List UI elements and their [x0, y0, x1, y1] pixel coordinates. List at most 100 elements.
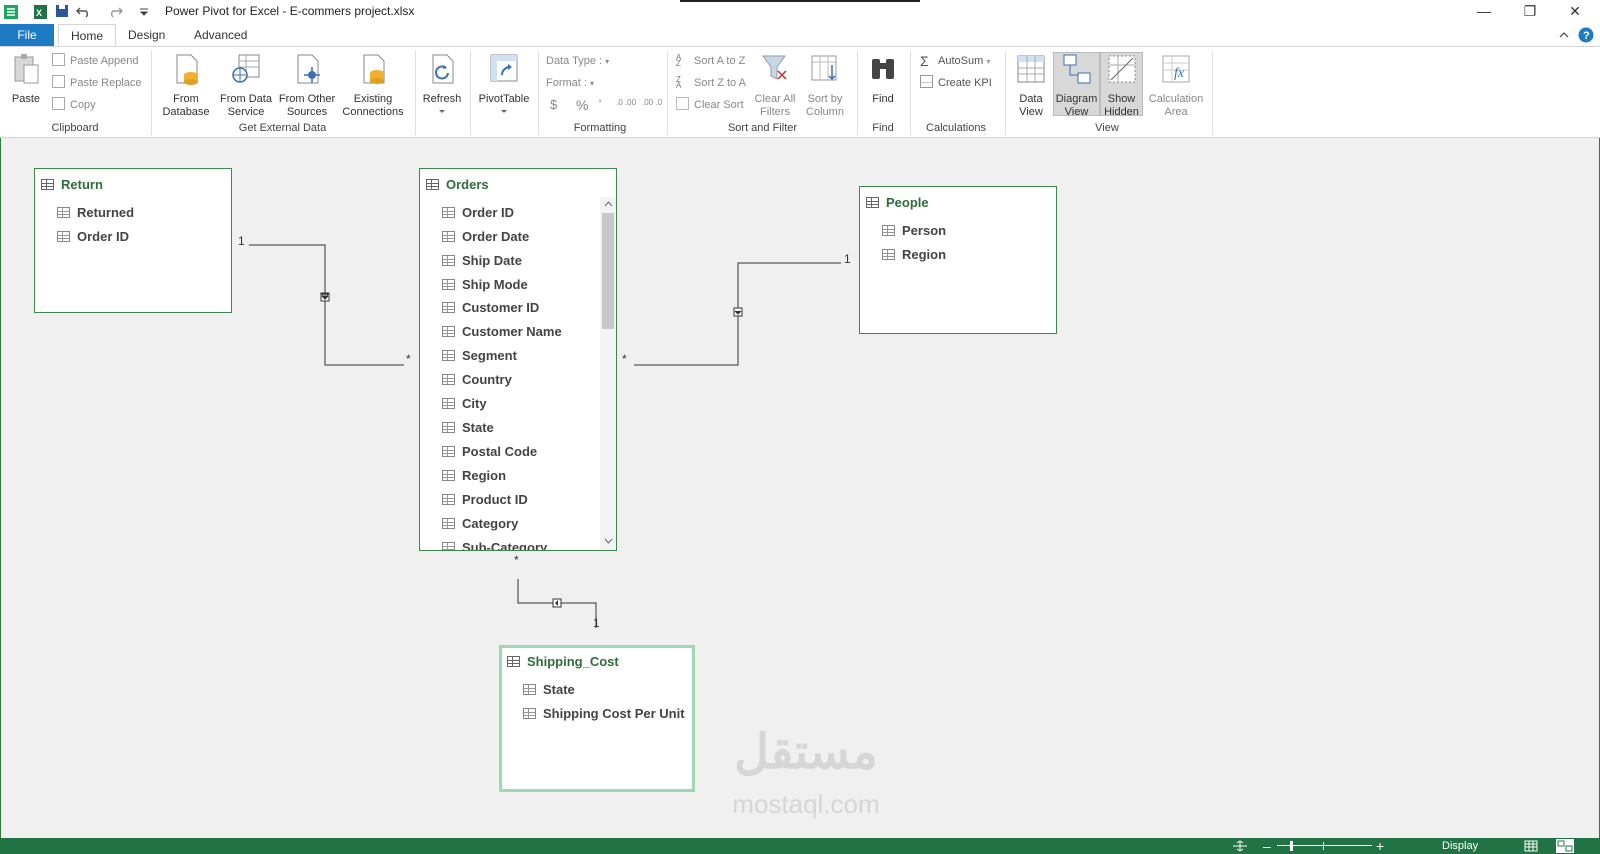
pivottable-dropdown-icon[interactable]: [500, 109, 508, 115]
calc-area-label-1: Calculation: [1148, 93, 1204, 105]
separator: [1212, 51, 1213, 135]
column-item[interactable]: Shipping Cost Per Unit: [523, 706, 685, 722]
table-people-header[interactable]: People: [866, 195, 929, 211]
table-orders-header[interactable]: Orders: [426, 177, 489, 193]
redo-icon[interactable]: [107, 4, 123, 18]
tab-advanced[interactable]: Advanced: [182, 24, 259, 46]
column-item[interactable]: Customer ID: [442, 300, 539, 316]
paste-button[interactable]: Paste: [8, 53, 44, 106]
scroll-down-icon[interactable]: [604, 538, 613, 544]
customize-toolbar-icon[interactable]: [139, 7, 149, 17]
create-kpi-button[interactable]: Create KPI: [920, 75, 992, 91]
column-item[interactable]: Returned: [57, 205, 134, 221]
scrollbar-thumb[interactable]: [602, 213, 614, 329]
column-item[interactable]: Country: [442, 372, 512, 388]
diagram-view-status-icon[interactable]: [1556, 839, 1574, 853]
undo-icon[interactable]: [76, 4, 92, 18]
clear-sort-button[interactable]: Clear Sort: [676, 97, 744, 113]
tab-home[interactable]: Home: [58, 24, 117, 46]
data-view-button[interactable]: Data View: [1010, 53, 1052, 119]
data-type-select[interactable]: Data Type : ▾: [546, 53, 609, 69]
show-hidden-button[interactable]: Show Hidden: [1100, 52, 1143, 118]
calculation-area-icon: fx: [1162, 55, 1190, 83]
calculation-area-button[interactable]: fx Calculation Area: [1145, 53, 1207, 119]
diagram-canvas[interactable]: 1 * * 1 * 1 Return Returned Order ID Ord…: [0, 138, 1600, 838]
column-item[interactable]: State: [442, 420, 494, 436]
column-item[interactable]: Category: [442, 516, 518, 532]
scroll-up-icon[interactable]: [604, 201, 613, 207]
excel-icon[interactable]: X: [34, 4, 48, 20]
sort-az-icon: AZ: [676, 53, 682, 68]
column-item[interactable]: Ship Date: [442, 253, 522, 269]
from-other-sources-button[interactable]: From Other Sources: [276, 53, 338, 119]
column-item[interactable]: Sub-Category: [442, 540, 547, 550]
column-label: Order ID: [77, 229, 130, 244]
clear-all-filters-button[interactable]: Clear All Filters: [752, 53, 798, 119]
increase-decimal-button[interactable]: .0 .00: [616, 99, 636, 115]
copy-button[interactable]: Copy: [52, 97, 96, 113]
save-icon[interactable]: [55, 4, 69, 18]
grid-view-icon[interactable]: [1524, 840, 1538, 852]
column-item[interactable]: Segment: [442, 348, 517, 364]
format-select[interactable]: Format : ▾: [546, 75, 594, 91]
column-item[interactable]: State: [523, 682, 575, 698]
power-pivot-icon[interactable]: [3, 4, 19, 20]
tab-file[interactable]: File: [0, 24, 54, 46]
column-item[interactable]: Postal Code: [442, 444, 537, 460]
existing-connections-button[interactable]: Existing Connections: [338, 53, 408, 119]
tab-design[interactable]: Design: [116, 24, 177, 46]
sigma-icon: Σ: [920, 53, 929, 69]
table-orders-scrollbar[interactable]: [600, 197, 616, 550]
data-view-label-2: View: [1019, 106, 1043, 118]
column-item[interactable]: Product ID: [442, 492, 528, 508]
zoom-slider-thumb[interactable]: [1290, 841, 1293, 851]
find-button[interactable]: Find: [860, 53, 906, 106]
percent-button[interactable]: %: [576, 97, 588, 113]
cardinality-one: 1: [593, 616, 600, 630]
close-button[interactable]: ✕: [1552, 0, 1598, 24]
cardinality-many: *: [406, 352, 411, 366]
column-item[interactable]: Order ID: [57, 229, 129, 245]
column-icon: [442, 279, 455, 290]
autosum-button[interactable]: Σ AutoSum ▾: [920, 53, 990, 69]
zoom-out-button[interactable]: –: [1263, 838, 1271, 854]
diagram-view-button[interactable]: Diagram View: [1053, 52, 1100, 118]
table-shipping-cost-header[interactable]: Shipping_Cost: [507, 654, 619, 670]
from-data-service-button[interactable]: From Data Service: [216, 53, 276, 119]
refresh-dropdown-icon[interactable]: [438, 109, 446, 115]
column-item[interactable]: Region: [882, 247, 946, 263]
decrease-decimal-button[interactable]: .00 .0: [642, 99, 662, 115]
table-return[interactable]: Return Returned Order ID: [34, 168, 232, 313]
column-icon: [442, 398, 455, 409]
currency-button[interactable]: $: [550, 97, 557, 113]
refresh-button[interactable]: Refresh: [418, 53, 466, 119]
separator: [667, 51, 668, 135]
column-item[interactable]: Order ID: [442, 205, 514, 221]
table-people[interactable]: People Person Region: [859, 186, 1057, 334]
help-icon[interactable]: ?: [1578, 27, 1594, 43]
from-database-button[interactable]: From Database: [156, 53, 216, 119]
table-shipping-cost[interactable]: Shipping_Cost State Shipping Cost Per Un…: [499, 645, 695, 792]
pivottable-button[interactable]: PivotTable: [474, 53, 534, 119]
column-item[interactable]: Ship Mode: [442, 277, 528, 293]
collapse-ribbon-icon[interactable]: [1558, 30, 1570, 40]
sort-za-button[interactable]: Z A Sort Z to A: [676, 75, 746, 91]
sort-by-column-button[interactable]: Sort by Column: [800, 53, 850, 119]
column-item[interactable]: Person: [882, 223, 946, 239]
table-orders[interactable]: Orders Order ID Order Date Ship Date Shi…: [419, 168, 617, 551]
column-item[interactable]: Customer Name: [442, 324, 562, 340]
restore-button[interactable]: ❐: [1507, 0, 1553, 24]
fit-to-screen-icon[interactable]: [1231, 840, 1249, 852]
table-people-title: People: [886, 195, 929, 210]
sort-az-button[interactable]: A Z Sort A to Z: [676, 53, 745, 69]
column-item[interactable]: City: [442, 396, 487, 412]
column-item[interactable]: Region: [442, 468, 506, 484]
zoom-in-button[interactable]: +: [1376, 838, 1384, 854]
find-group-label: Find: [872, 122, 894, 134]
column-item[interactable]: Order Date: [442, 229, 529, 245]
table-return-header[interactable]: Return: [41, 177, 103, 193]
paste-replace-button[interactable]: Paste Replace: [52, 75, 142, 91]
return-orders-relationship[interactable]: [249, 244, 404, 366]
paste-append-button[interactable]: Paste Append: [52, 53, 139, 69]
minimize-button[interactable]: —: [1461, 0, 1507, 24]
